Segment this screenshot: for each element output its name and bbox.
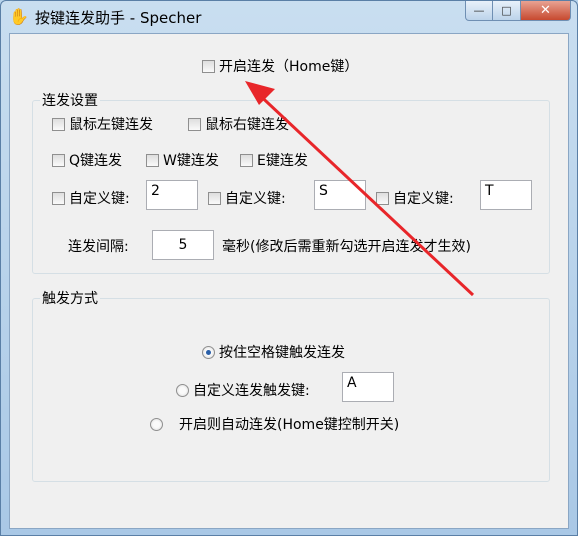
app-window: ✋ 按键连发助手 - Specher — □ ✕ 开启连发（Home键） 连发设… bbox=[0, 0, 578, 536]
interval-note: 毫秒(修改后需重新勾选开启连发才生效) bbox=[222, 239, 471, 255]
trigger-mode-group-label: 触发方式 bbox=[40, 288, 100, 308]
window-controls: — □ ✕ bbox=[465, 1, 571, 21]
custom-key-3-checkbox[interactable] bbox=[376, 191, 389, 205]
custom-key-1-checkbox[interactable] bbox=[52, 191, 65, 205]
e-key-repeat-row[interactable]: E键连发 bbox=[240, 150, 308, 170]
mouse-right-repeat-checkbox[interactable] bbox=[188, 117, 201, 131]
custom-key-1-label: 自定义键: bbox=[69, 191, 130, 207]
custom-key-1-row[interactable]: 自定义键: bbox=[52, 188, 130, 208]
custom-key-2-row[interactable]: 自定义键: bbox=[208, 188, 286, 208]
mouse-left-repeat-checkbox[interactable] bbox=[52, 117, 65, 131]
maximize-icon: □ bbox=[501, 4, 512, 17]
close-button[interactable]: ✕ bbox=[521, 1, 571, 21]
client-area: 开启连发（Home键） 连发设置 鼠标左键连发 鼠标右键连发 Q键连发 W键连发… bbox=[9, 33, 569, 529]
minimize-button[interactable]: — bbox=[465, 1, 493, 21]
q-key-repeat-checkbox[interactable] bbox=[52, 153, 65, 167]
custom-key-3-row[interactable]: 自定义键: bbox=[376, 188, 454, 208]
mouse-right-repeat-row[interactable]: 鼠标右键连发 bbox=[188, 114, 289, 134]
close-icon: ✕ bbox=[540, 3, 551, 18]
trigger-space-row[interactable]: 按住空格键触发连发 bbox=[202, 342, 345, 362]
w-key-repeat-checkbox[interactable] bbox=[146, 153, 159, 167]
trigger-auto-radio[interactable] bbox=[150, 417, 163, 431]
custom-key-2-checkbox[interactable] bbox=[208, 191, 221, 205]
enable-repeat-checkbox-row[interactable]: 开启连发（Home键） bbox=[202, 56, 358, 76]
title-bar[interactable]: ✋ 按键连发助手 - Specher — □ ✕ bbox=[1, 1, 577, 33]
mouse-left-repeat-row[interactable]: 鼠标左键连发 bbox=[52, 114, 153, 134]
w-key-repeat-label: W键连发 bbox=[163, 153, 219, 169]
custom-key-3-label: 自定义键: bbox=[393, 191, 454, 207]
maximize-button[interactable]: □ bbox=[493, 1, 521, 21]
window-title: 按键连发助手 - Specher bbox=[35, 9, 202, 27]
enable-repeat-checkbox[interactable] bbox=[202, 59, 215, 73]
mouse-right-repeat-label: 鼠标右键连发 bbox=[205, 117, 289, 133]
trigger-custom-label: 自定义连发触发键: bbox=[193, 383, 310, 399]
hand-icon: ✋ bbox=[9, 7, 29, 26]
e-key-repeat-label: E键连发 bbox=[257, 153, 308, 169]
mouse-left-repeat-label: 鼠标左键连发 bbox=[69, 117, 153, 133]
trigger-space-label: 按住空格键触发连发 bbox=[219, 345, 345, 361]
trigger-custom-row[interactable]: 自定义连发触发键: bbox=[176, 380, 310, 400]
interval-label: 连发间隔: bbox=[68, 239, 129, 255]
custom-key-1-input[interactable]: 2 bbox=[146, 180, 198, 210]
trigger-auto-row[interactable]: 开启则自动连发(Home键控制开关) bbox=[150, 414, 399, 434]
custom-key-3-input[interactable]: T bbox=[480, 180, 532, 210]
trigger-custom-radio[interactable] bbox=[176, 383, 189, 397]
repeat-settings-group-label: 连发设置 bbox=[40, 90, 100, 110]
enable-repeat-label: 开启连发（Home键） bbox=[219, 59, 359, 75]
trigger-custom-input[interactable]: A bbox=[342, 372, 394, 402]
e-key-repeat-checkbox[interactable] bbox=[240, 153, 253, 167]
q-key-repeat-row[interactable]: Q键连发 bbox=[52, 150, 122, 170]
w-key-repeat-row[interactable]: W键连发 bbox=[146, 150, 219, 170]
minimize-icon: — bbox=[473, 4, 485, 17]
q-key-repeat-label: Q键连发 bbox=[69, 153, 123, 169]
trigger-space-radio[interactable] bbox=[202, 345, 215, 359]
custom-key-2-label: 自定义键: bbox=[225, 191, 286, 207]
custom-key-2-input[interactable]: S bbox=[314, 180, 366, 210]
interval-input[interactable]: 5 bbox=[152, 230, 214, 260]
trigger-auto-label: 开启则自动连发(Home键控制开关) bbox=[179, 417, 400, 433]
